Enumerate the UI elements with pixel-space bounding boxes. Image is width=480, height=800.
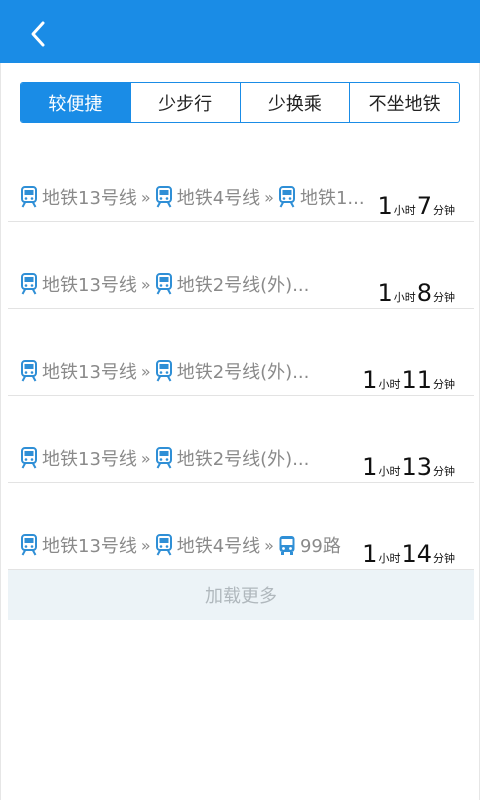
separator-icon: » (140, 187, 151, 207)
route-segments: 地铁13号线» 地铁2号线(外)... (20, 271, 313, 297)
duration-hours: 1 (377, 279, 393, 307)
subway-icon (155, 360, 173, 382)
subway-icon (155, 273, 173, 295)
separator-icon: » (140, 535, 151, 555)
subway-icon (20, 534, 38, 556)
duration-minute-unit: 分钟 (433, 204, 455, 217)
tab-less-walking[interactable]: 少步行 (129, 83, 240, 122)
duration-hours: 1 (377, 192, 393, 220)
top-bar (0, 0, 480, 63)
subway-icon (20, 186, 38, 208)
duration-hour-unit: 小时 (393, 291, 416, 304)
segment-name: 地铁2号线(外)... (176, 362, 310, 383)
segment-name: 地铁13号线 (42, 536, 137, 557)
separator-icon: » (264, 187, 274, 207)
subway-icon (155, 186, 173, 208)
segment-name: 地铁4号线 (176, 536, 261, 557)
subway-icon (20, 273, 38, 295)
duration-minutes: 14 (401, 540, 432, 568)
segment-name: 地铁2号线(外)... (176, 449, 310, 470)
separator-icon: » (264, 535, 274, 555)
route-duration: 1小时11分钟 (362, 366, 456, 394)
load-more-button[interactable]: 加载更多 (8, 570, 474, 620)
route-duration: 1小时8分钟 (377, 279, 456, 307)
duration-minutes: 7 (416, 192, 432, 220)
tab-fewer-transfers[interactable]: 少换乘 (239, 83, 350, 122)
route-segments: 地铁13号线» 地铁4号线» 99路 (20, 532, 345, 558)
route-segments: 地铁13号线» 地铁2号线(外)... (20, 445, 313, 471)
separator-icon: » (140, 361, 151, 381)
segment-name: 地铁1... (299, 188, 365, 209)
separator-icon: » (140, 448, 151, 468)
tab-convenient[interactable]: 较便捷 (21, 83, 130, 122)
segment-name: 地铁13号线 (42, 449, 137, 470)
duration-minute-unit: 分钟 (433, 552, 455, 565)
duration-minutes: 11 (401, 366, 432, 394)
content-panel (0, 63, 480, 800)
route-item[interactable]: 地铁13号线» 地铁2号线(外)... 1小时8分钟 (8, 265, 474, 309)
chevron-left-icon (31, 21, 45, 47)
duration-minutes: 13 (401, 453, 432, 481)
duration-hours: 1 (362, 453, 378, 481)
duration-minute-unit: 分钟 (433, 465, 455, 478)
subway-icon (20, 447, 38, 469)
tab-no-subway[interactable]: 不坐地铁 (349, 83, 459, 122)
segment-name: 99路 (299, 536, 341, 557)
route-segments: 地铁13号线» 地铁4号线» 地铁1... (20, 184, 369, 210)
separator-icon: » (140, 274, 151, 294)
duration-minutes: 8 (416, 279, 432, 307)
route-item[interactable]: 地铁13号线» 地铁2号线(外)... 1小时13分钟 (8, 439, 474, 483)
route-item[interactable]: 地铁13号线» 地铁4号线» 地铁1... 1小时7分钟 (8, 178, 474, 222)
segment-name: 地铁4号线 (176, 188, 261, 209)
segment-name: 地铁13号线 (42, 275, 137, 296)
subway-icon (155, 447, 173, 469)
route-duration: 1小时7分钟 (377, 192, 456, 220)
route-preference-tabs: 较便捷 少步行 少换乘 不坐地铁 (20, 82, 460, 123)
subway-icon (155, 534, 173, 556)
route-duration: 1小时14分钟 (362, 540, 456, 568)
route-item[interactable]: 地铁13号线» 地铁2号线(外)... 1小时11分钟 (8, 352, 474, 396)
segment-name: 地铁2号线(外)... (176, 275, 310, 296)
route-segments: 地铁13号线» 地铁2号线(外)... (20, 358, 313, 384)
subway-icon (278, 186, 296, 208)
subway-icon (20, 360, 38, 382)
duration-hour-unit: 小时 (378, 465, 401, 478)
duration-hour-unit: 小时 (378, 552, 401, 565)
bus-icon (278, 534, 296, 556)
duration-hour-unit: 小时 (378, 378, 401, 391)
back-button[interactable] (18, 14, 58, 54)
route-item[interactable]: 地铁13号线» 地铁4号线» 99路 1小时14分钟 (8, 526, 474, 570)
duration-minute-unit: 分钟 (433, 291, 455, 304)
duration-hour-unit: 小时 (393, 204, 416, 217)
segment-name: 地铁13号线 (42, 188, 137, 209)
duration-minute-unit: 分钟 (433, 378, 455, 391)
duration-hours: 1 (362, 540, 378, 568)
route-duration: 1小时13分钟 (362, 453, 456, 481)
segment-name: 地铁13号线 (42, 362, 137, 383)
duration-hours: 1 (362, 366, 378, 394)
